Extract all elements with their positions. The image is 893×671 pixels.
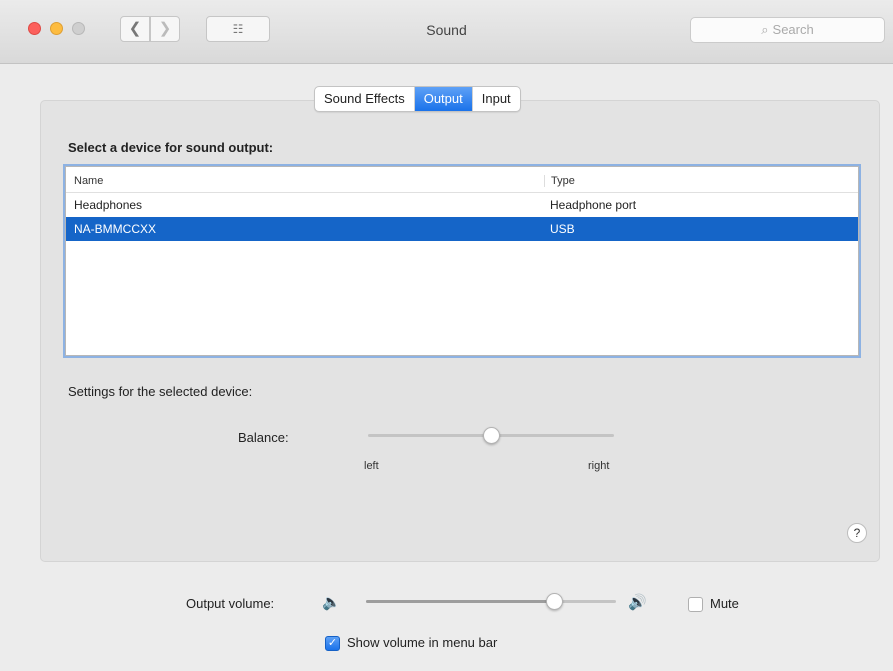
output-volume-slider[interactable] xyxy=(366,593,616,610)
device-list-heading: Select a device for sound output: xyxy=(68,140,274,155)
tab-bar: Sound Effects Output Input xyxy=(314,86,521,112)
checkmark-icon: ✓ xyxy=(327,637,338,649)
table-header: Name Type xyxy=(66,167,858,193)
speaker-low-icon: 🔈 xyxy=(322,594,341,611)
device-type: USB xyxy=(550,222,575,236)
output-volume-label: Output volume: xyxy=(186,596,275,611)
balance-slider[interactable] xyxy=(368,427,614,444)
device-type: Headphone port xyxy=(550,198,637,212)
column-header-type[interactable]: Type xyxy=(544,175,575,187)
volume-slider-knob[interactable] xyxy=(545,593,563,610)
tab-output[interactable]: Output xyxy=(414,87,473,111)
device-name: NA-BMMCCXX xyxy=(74,222,157,236)
table-row[interactable]: NA-BMMCCXX USB xyxy=(66,217,858,241)
show-volume-checkbox[interactable]: ✓ xyxy=(325,636,340,651)
tab-sound-effects[interactable]: Sound Effects xyxy=(315,87,415,111)
mute-label: Mute xyxy=(710,596,739,611)
show-volume-label: Show volume in menu bar xyxy=(347,635,498,650)
balance-right-label: right xyxy=(588,460,610,472)
device-name: Headphones xyxy=(74,198,143,212)
title-bar: ❮ ❯ ☷ Sound ⌕ Search xyxy=(0,0,893,64)
column-header-name[interactable]: Name xyxy=(74,175,103,187)
balance-label: Balance: xyxy=(238,430,289,445)
search-field[interactable]: ⌕ Search xyxy=(690,17,885,43)
search-icon: ⌕ xyxy=(761,22,769,37)
search-placeholder: Search xyxy=(772,22,814,37)
settings-heading: Settings for the selected device: xyxy=(68,384,253,399)
balance-slider-knob[interactable] xyxy=(483,427,500,444)
tab-input[interactable]: Input xyxy=(473,87,520,111)
volume-slider-fill xyxy=(366,600,554,603)
help-button[interactable]: ? xyxy=(847,523,867,543)
device-table[interactable]: Name Type Headphones Headphone port NA-B… xyxy=(65,166,859,356)
speaker-high-icon: 🔊 xyxy=(628,594,647,611)
mute-checkbox[interactable] xyxy=(688,597,703,612)
balance-left-label: left xyxy=(364,460,379,472)
table-row[interactable]: Headphones Headphone port xyxy=(66,193,858,217)
